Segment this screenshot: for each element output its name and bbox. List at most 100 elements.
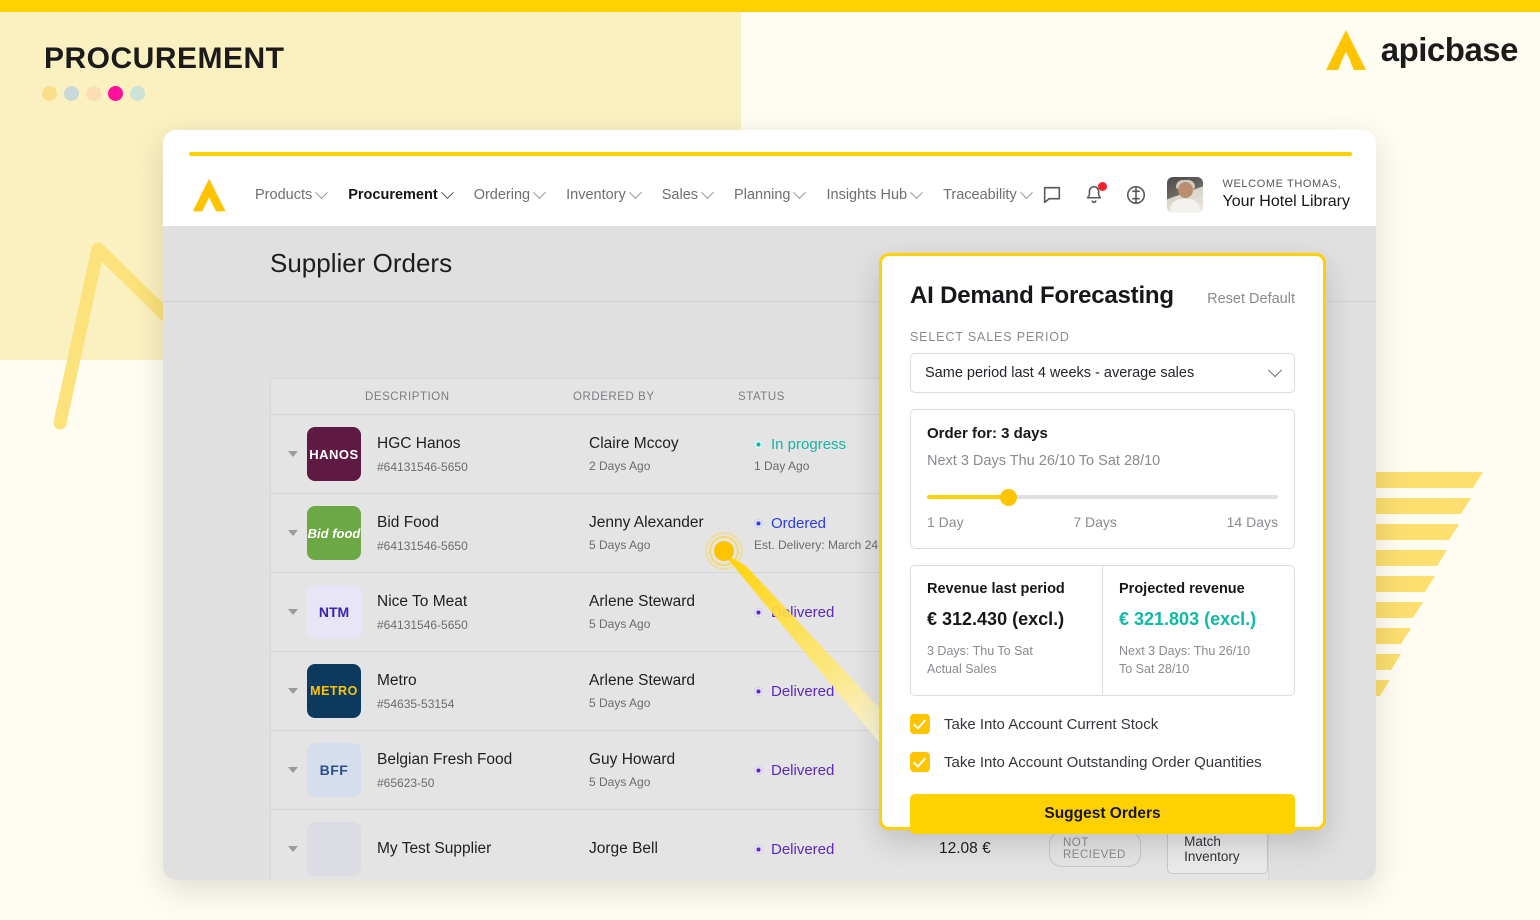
status-label: Delivered [771, 840, 835, 858]
slider-max-label: 14 Days [1226, 514, 1278, 530]
supplier-name: Metro [377, 672, 417, 690]
status-label: In progress [771, 435, 847, 453]
projected-revenue-heading: Projected revenue [1119, 581, 1245, 597]
supplier-logo: METRO [307, 664, 361, 718]
page-title: Supplier Orders [270, 248, 453, 278]
supplier-name: Bid Food [377, 514, 440, 532]
ordered-by-name: Arlene Steward [589, 672, 695, 689]
apicbase-logo: apicbase [1324, 28, 1519, 72]
supplier-name: HGC Hanos [377, 435, 461, 453]
dot-2 [64, 86, 79, 101]
nav-item-insights-hub[interactable]: Insights Hub [826, 185, 923, 203]
screenshot-root: PROCUREMENT apicbase Products Procuremen… [0, 0, 1540, 920]
current-stock-checkbox-row[interactable]: Take Into Account Current Stock [910, 714, 1295, 735]
supplier-logo-text: METRO [310, 684, 358, 698]
nav-item-label: Insights Hub [826, 187, 908, 203]
projected-revenue: Projected revenue € 321.803 (excl.) Next… [1102, 566, 1294, 696]
nav-item-traceability[interactable]: Traceability [943, 185, 1033, 203]
ai-panel-title: AI Demand Forecasting [910, 282, 1174, 309]
expand-row-icon[interactable] [283, 451, 303, 457]
supplier-logo: HANOS [307, 427, 361, 481]
outstanding-orders-label: Take Into Account Outstanding Order Quan… [944, 753, 1262, 771]
outstanding-orders-checkbox[interactable] [910, 752, 930, 773]
chevron-down-icon [440, 185, 454, 199]
app-logo-icon[interactable] [189, 176, 231, 214]
revenue-last-heading: Revenue last period [927, 581, 1065, 597]
nav-item-label: Procurement [348, 187, 438, 203]
supplier-logo-text: NTM [318, 604, 350, 620]
ordered-by-name: Jenny Alexander [589, 514, 704, 531]
supplier-name: Belgian Fresh Food [377, 751, 513, 769]
supplier-logo: Bid food [307, 506, 361, 560]
ordered-by-time: 5 Days Ago [589, 696, 651, 710]
suggest-orders-button[interactable]: Suggest Orders [910, 794, 1295, 835]
nav-items: Products Procurement Ordering Inventory … [255, 185, 1033, 203]
revenue-last-sub: 3 Days: Thu To Sat Actual Sales [927, 644, 1033, 677]
outstanding-orders-checkbox-row[interactable]: Take Into Account Outstanding Order Quan… [910, 752, 1295, 773]
apicbase-mark-icon [1325, 30, 1366, 70]
notifications-icon[interactable] [1083, 182, 1107, 206]
status-dot [754, 439, 763, 449]
chevron-down-icon [628, 185, 642, 199]
status-dot [754, 686, 763, 696]
row-amount: 12.08 € [939, 840, 991, 857]
nav-item-inventory[interactable]: Inventory [566, 185, 642, 203]
current-stock-checkbox[interactable] [910, 714, 930, 735]
status-badge: Delivered [754, 841, 939, 858]
welcome-line: WELCOME THOMAS, [1222, 178, 1342, 191]
expand-row-icon[interactable] [283, 530, 303, 536]
top-accent-bar [0, 0, 1540, 12]
supplier-logo-text: Bid food [307, 525, 361, 541]
nav-item-planning[interactable]: Planning [734, 185, 807, 203]
days-slider[interactable] [927, 489, 1278, 506]
nav-right-actions: WELCOME THOMAS, Your Hotel Library [1041, 177, 1350, 213]
chevron-down-icon [1267, 363, 1283, 378]
expand-row-icon[interactable] [283, 688, 303, 694]
supplier-logo: BFF [307, 743, 361, 797]
chevron-down-icon [793, 185, 807, 199]
nav-item-label: Traceability [943, 187, 1017, 203]
ordered-by-name: Guy Howard [589, 751, 676, 768]
nav-item-ordering[interactable]: Ordering [474, 185, 546, 203]
supplier-logo-text: HANOS [309, 446, 359, 462]
ordered-by-name: Arlene Steward [589, 593, 695, 610]
organisation-name: Your Hotel Library [1222, 192, 1350, 210]
nav-item-products[interactable]: Products [255, 185, 329, 203]
slider-labels: 1 Day 7 Days 14 Days [927, 514, 1278, 530]
notification-badge [1097, 182, 1107, 191]
decorative-bar-graphic [1375, 470, 1540, 700]
chat-icon[interactable] [1041, 184, 1063, 206]
projected-revenue-sub: Next 3 Days: Thu 26/10 To Sat 28/10 [1119, 644, 1251, 677]
dot-4 [108, 86, 123, 101]
revenue-comparison: Revenue last period € 312.430 (excl.) 3 … [910, 565, 1295, 697]
nav-item-procurement[interactable]: Procurement [348, 185, 454, 203]
status-dot [754, 518, 763, 528]
avatar[interactable] [1166, 177, 1203, 213]
dot-1 [42, 86, 57, 101]
slider-fill [927, 495, 1008, 499]
expand-row-icon[interactable] [283, 846, 303, 852]
current-stock-label: Take Into Account Current Stock [944, 715, 1159, 733]
nav-item-sales[interactable]: Sales [661, 185, 714, 203]
decorative-dots [42, 86, 145, 101]
supplier-reference: #64131546-5650 [377, 459, 468, 474]
slider-min-label: 1 Day [927, 514, 964, 530]
nav-item-label: Planning [734, 187, 791, 203]
column-header-ordered-by: ORDERED BY [573, 390, 655, 403]
slider-knob[interactable] [999, 489, 1017, 506]
projected-revenue-value: € 321.803 (excl.) [1119, 609, 1257, 629]
sales-period-select[interactable]: Same period last 4 weeks - average sales [910, 353, 1295, 393]
help-icon[interactable] [1125, 184, 1147, 206]
expand-row-icon[interactable] [283, 767, 303, 773]
chevron-down-icon [1019, 185, 1033, 199]
reset-default-button[interactable]: Reset Default [1207, 291, 1295, 307]
chevron-down-icon [315, 185, 329, 199]
status-label: Ordered [771, 514, 827, 532]
nav-item-label: Sales [661, 187, 699, 203]
ordered-by-time: 5 Days Ago [589, 775, 651, 789]
expand-row-icon[interactable] [283, 609, 303, 615]
status-label: Delivered [771, 682, 835, 700]
status-label: Delivered [771, 603, 835, 621]
dot-5 [130, 86, 145, 101]
sales-period-label: SELECT SALES PERIOD [910, 330, 1070, 344]
